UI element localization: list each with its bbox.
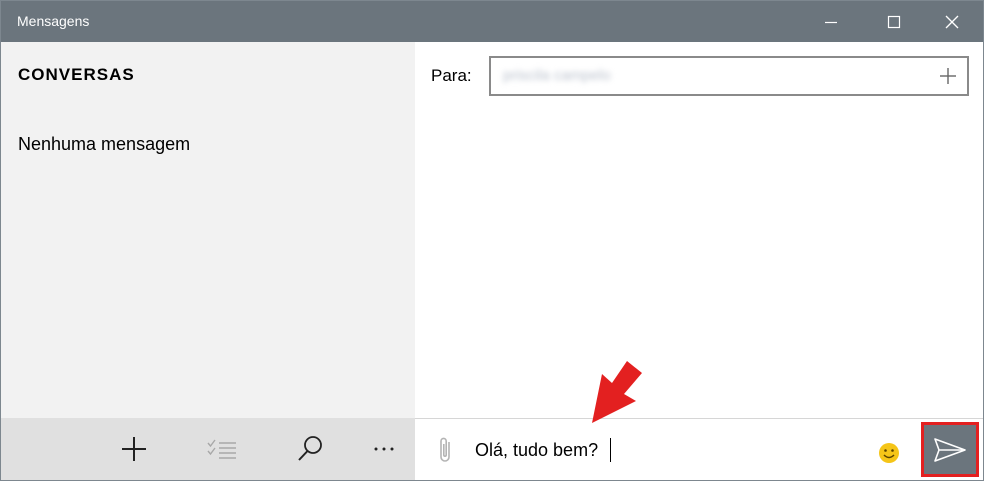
- window-title: Mensagens: [17, 13, 90, 29]
- compose-bar: [415, 418, 983, 480]
- plus-icon: [940, 68, 956, 84]
- select-list-icon: [207, 439, 236, 459]
- conversations-pane: CONVERSAS Nenhuma mensagem: [1, 42, 415, 480]
- recipient-chip[interactable]: priscila campelo: [503, 67, 611, 84]
- close-button[interactable]: [923, 1, 981, 42]
- empty-conversations-text: Nenhuma mensagem: [18, 134, 191, 154]
- send-button[interactable]: [921, 422, 979, 477]
- paperclip-icon[interactable]: [435, 435, 457, 465]
- conversations-toolbar: [1, 418, 415, 480]
- more-icon: [374, 447, 394, 451]
- to-label: Para:: [431, 66, 472, 85]
- minimize-icon: [825, 21, 837, 23]
- new-message-button[interactable]: [104, 418, 164, 480]
- message-input[interactable]: [475, 436, 855, 464]
- title-bar[interactable]: Mensagens: [1, 1, 983, 42]
- text-caret: [610, 438, 611, 462]
- search-button[interactable]: [280, 418, 340, 480]
- messages-window: Mensagens CONVERSAS Nenhuma mensagem Par…: [0, 0, 984, 481]
- maximize-button[interactable]: [865, 1, 923, 42]
- more-button[interactable]: [354, 418, 414, 480]
- compose-pane: Para: priscila campelo: [415, 42, 983, 480]
- smiley-icon[interactable]: [878, 442, 900, 464]
- minimize-button[interactable]: [802, 1, 860, 42]
- search-icon: [298, 436, 322, 461]
- plus-icon: [122, 437, 146, 461]
- conversations-heading: CONVERSAS: [18, 65, 135, 84]
- send-icon: [934, 437, 966, 462]
- close-icon: [945, 15, 959, 28]
- maximize-icon: [887, 15, 901, 28]
- recipient-field[interactable]: priscila campelo: [489, 56, 969, 96]
- add-recipient-button[interactable]: [937, 65, 959, 87]
- select-button[interactable]: [192, 418, 252, 480]
